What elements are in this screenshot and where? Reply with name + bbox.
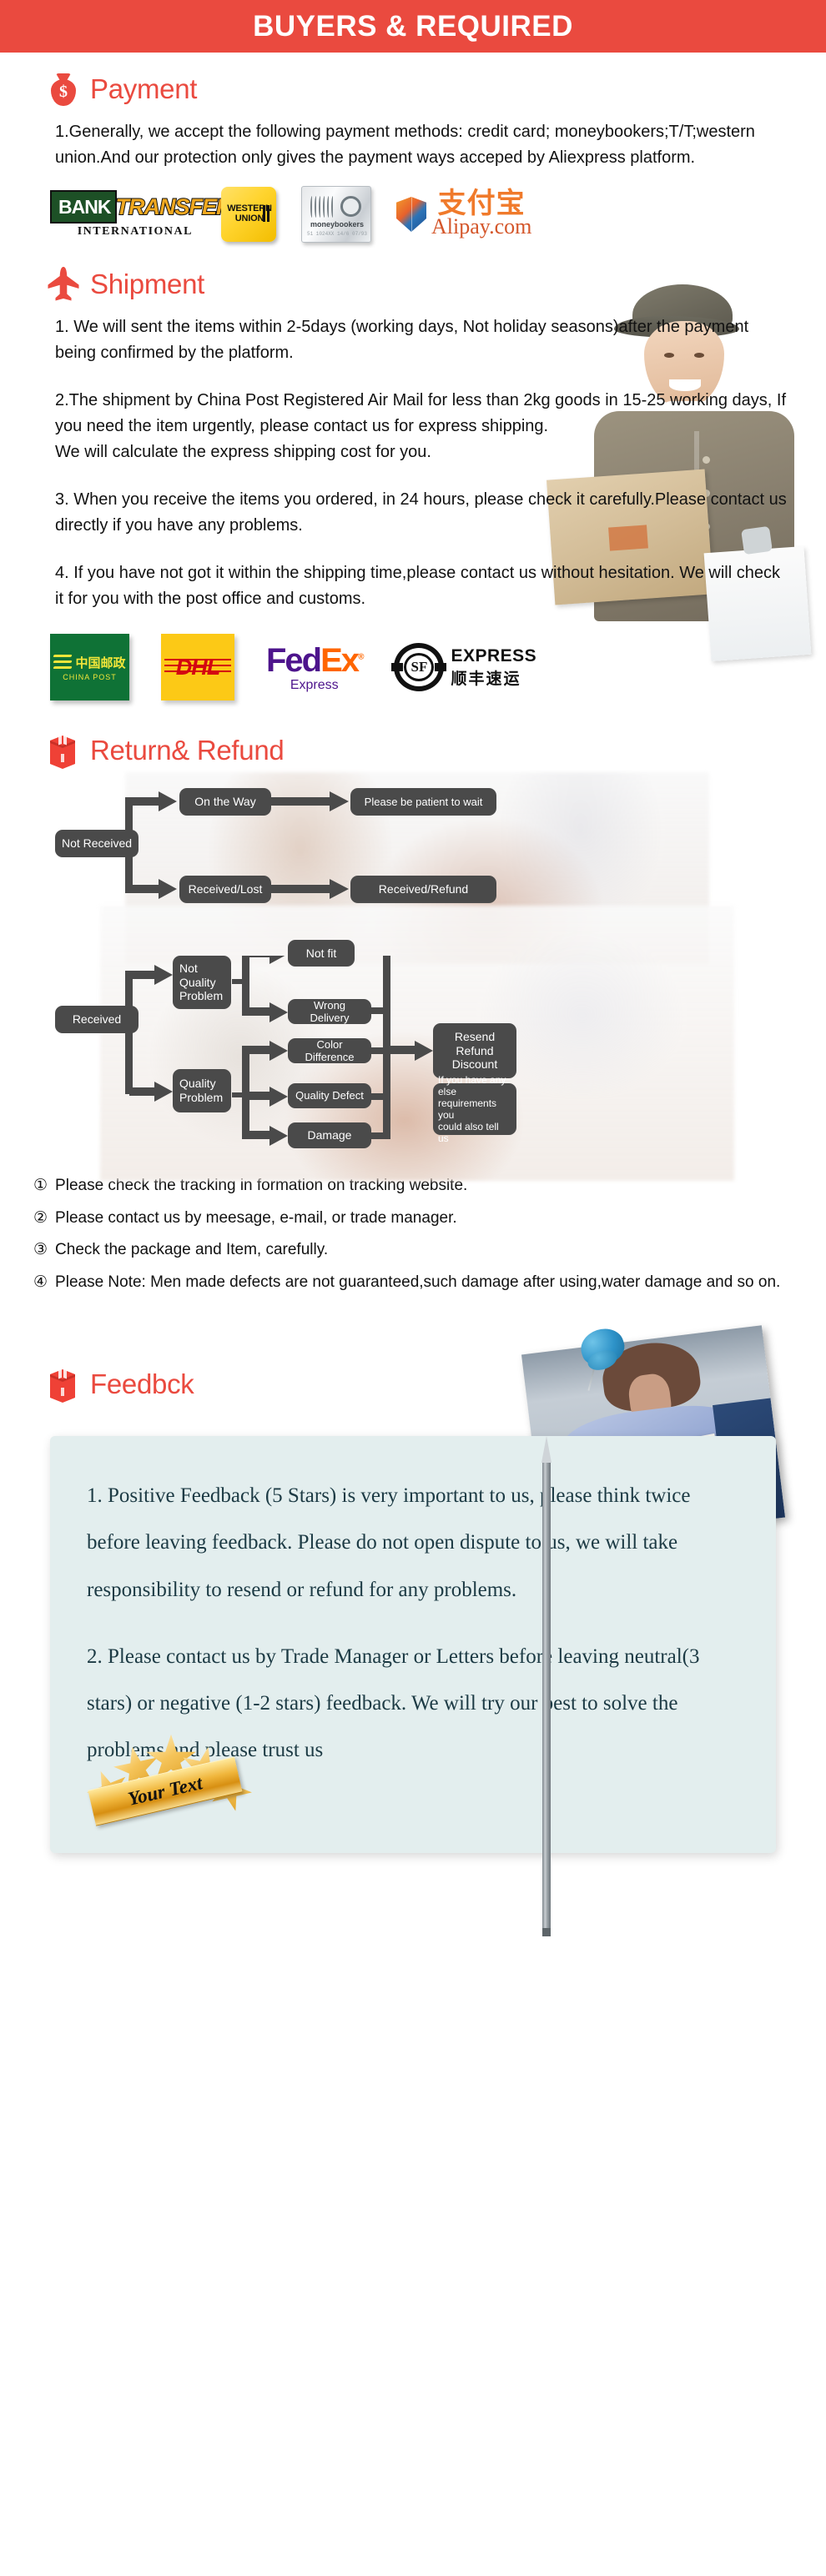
- flow-node-resend-refund-discount: Resend Refund Discount: [433, 1023, 516, 1078]
- payment-logo-row: BANK TRANSFER INTERNATIONAL WESTERN UNIO…: [0, 186, 826, 243]
- fedex-subtitle: Express: [290, 677, 339, 692]
- list-text: Check the package and Item, carefully.: [55, 1241, 329, 1259]
- sf-express-english-name: EXPRESS: [451, 645, 537, 665]
- list-item: ③ Check the package and Item, carefully.: [33, 1238, 793, 1262]
- sf-express-chinese-name: 顺丰速运: [451, 669, 521, 688]
- flowchart-connectors-bottom: [125, 956, 433, 1146]
- list-marker: ③: [33, 1241, 48, 1259]
- dhl-logo: DHL: [161, 634, 234, 700]
- spacer-after-header: [0, 53, 826, 71]
- bank-transfer-subtitle: INTERNATIONAL: [77, 225, 193, 238]
- spacer-before-return: [0, 700, 826, 732]
- shipment-paragraph-5: 4. If you have not got it within the shi…: [55, 564, 780, 608]
- flow-node-damage: Damage: [288, 1122, 371, 1148]
- shipment-paragraph-1: 1. We will sent the items within 2-5days…: [55, 318, 749, 362]
- payment-body: 1.Generally, we accept the following pay…: [0, 119, 826, 171]
- flow-node-received: Received: [55, 1006, 139, 1033]
- shipment-paragraph-3: We will calculate the express shipping c…: [55, 443, 431, 461]
- section-heading-payment: $ Payment: [0, 71, 826, 108]
- flow-node-on-the-way: On the Way: [179, 788, 271, 816]
- china-post-chinese-name: 中国邮政: [75, 655, 126, 670]
- page-header: BUYERS & REQUIRED: [0, 0, 826, 53]
- moneybookers-label: moneybookers: [310, 220, 365, 228]
- return-flowchart-bottom: Not fit Not Quality Problem Wrong Delive…: [0, 906, 826, 1181]
- alipay-logo: 支付宝 Alipay.com: [396, 189, 531, 239]
- china-post-mark-icon: [53, 653, 73, 671]
- alipay-chinese-name: 支付宝: [437, 187, 526, 221]
- shipment-paragraph-4: 3. When you receive the items you ordere…: [55, 490, 787, 535]
- flow-node-quality-defect: Quality Defect: [288, 1083, 371, 1108]
- flow-node-else-requirements: If you have any else requirements you co…: [433, 1074, 516, 1144]
- moneybookers-number-left: 51 1024XX: [307, 231, 335, 237]
- fedex-word-fed: Fed: [266, 641, 322, 679]
- section-title-return-refund: Return& Refund: [90, 735, 285, 766]
- china-post-english-name: CHINA POST: [63, 673, 117, 681]
- alipay-english-name: Alipay.com: [431, 214, 532, 239]
- fedex-word-ex: Ex: [320, 641, 360, 679]
- section-title-shipment: Shipment: [90, 269, 205, 299]
- list-item: ② Please contact us by meesage, e-mail, …: [33, 1207, 793, 1230]
- shipment-gap-2: [55, 465, 793, 487]
- flow-node-received-refund: Received/Refund: [350, 876, 496, 903]
- flow-node-not-received: Not Received: [55, 830, 139, 857]
- list-text: Please Note: Men made defects are not gu…: [55, 1273, 781, 1291]
- shipment-gap-1: [55, 366, 793, 388]
- flow-node-please-wait: Please be patient to wait: [350, 788, 496, 816]
- china-post-logo: 中国邮政 CHINA POST: [50, 634, 129, 700]
- fedex-logo: FedEx® Express: [266, 641, 365, 693]
- western-union-bars-icon: [263, 205, 269, 222]
- moneybookers-card-number: 51 1024XX 14/6 07/93: [307, 231, 367, 237]
- list-text: Please contact us by meesage, e-mail, or…: [55, 1208, 457, 1227]
- bank-transfer-word-bank: BANK: [50, 190, 118, 223]
- list-item: ④ Please Note: Men made defects are not …: [33, 1271, 793, 1294]
- moneybookers-number-right: 14/6 07/93: [336, 231, 367, 237]
- flow-node-color-difference: Color Difference: [288, 1038, 371, 1063]
- pencil-icon: [541, 1436, 552, 1937]
- dhl-wordmark: DHL: [175, 654, 220, 680]
- five-star-badge: Your Text: [83, 1721, 250, 1838]
- shipment-body: 1. We will sent the items within 2-5days…: [0, 314, 826, 612]
- moneybookers-arcs-icon: [310, 196, 335, 218]
- bank-transfer-international-logo: BANK TRANSFER INTERNATIONAL: [50, 190, 233, 239]
- shipment-paragraph-2: 2.The shipment by China Post Registered …: [55, 391, 787, 435]
- sf-express-initials: SF: [404, 653, 435, 681]
- flow-node-not-fit: Not fit: [288, 940, 355, 967]
- fedex-registered-mark: ®: [358, 652, 365, 662]
- money-bag-icon: $: [47, 71, 80, 108]
- page-title: BUYERS & REQUIRED: [253, 9, 573, 43]
- package-box-icon: [47, 1366, 80, 1403]
- sf-express-mark-icon: SF: [391, 643, 447, 691]
- payment-paragraph: 1.Generally, we accept the following pay…: [55, 123, 755, 167]
- return-notes-list: ① Please check the tracking in formation…: [0, 1174, 826, 1293]
- alipay-shield-icon: [396, 197, 426, 232]
- feedback-section: Feedback Feedbck 1. Positive Feedback (5…: [0, 1323, 826, 1937]
- shipping-logo-row: 中国邮政 CHINA POST DHL FedEx® Express SF EX…: [0, 634, 826, 700]
- moneybookers-logo: moneybookers 51 1024XX 14/6 07/93: [301, 186, 371, 243]
- spacer-payment: [0, 108, 826, 119]
- shipment-gap-3: [55, 539, 793, 560]
- section-title-payment: Payment: [90, 73, 198, 104]
- sf-express-logo: SF EXPRESS 顺丰速运: [391, 643, 537, 691]
- feedback-paragraph-1: 1. Positive Feedback (5 Stars) is very i…: [87, 1484, 691, 1601]
- flow-node-quality-problem: Quality Problem: [173, 1069, 231, 1112]
- flow-node-not-quality-problem: Not Quality Problem: [173, 956, 231, 1009]
- flow-node-received-lost: Received/Lost: [179, 876, 271, 903]
- spacer-before-feedback: [0, 1303, 826, 1334]
- feedback-panel: 1. Positive Feedback (5 Stars) is very i…: [50, 1436, 776, 1937]
- western-union-logo: WESTERN UNION: [221, 187, 276, 242]
- bank-transfer-word-transfer: TRANSFER: [114, 193, 233, 220]
- push-pin-icon: [576, 1323, 632, 1391]
- airplane-icon: [47, 266, 80, 303]
- list-marker: ①: [33, 1177, 48, 1194]
- moneybookers-circle-icon: [340, 196, 361, 217]
- spacer-payment-logos: [0, 171, 826, 186]
- list-marker: ④: [33, 1273, 48, 1291]
- list-marker: ②: [33, 1208, 48, 1227]
- section-title-feedback: Feedbck: [90, 1368, 194, 1400]
- spacer-before-shipment: [0, 243, 826, 266]
- package-box-icon: [47, 732, 80, 769]
- flow-node-wrong-delivery: Wrong Delivery: [288, 999, 371, 1024]
- section-heading-return-refund: Return& Refund: [0, 732, 826, 769]
